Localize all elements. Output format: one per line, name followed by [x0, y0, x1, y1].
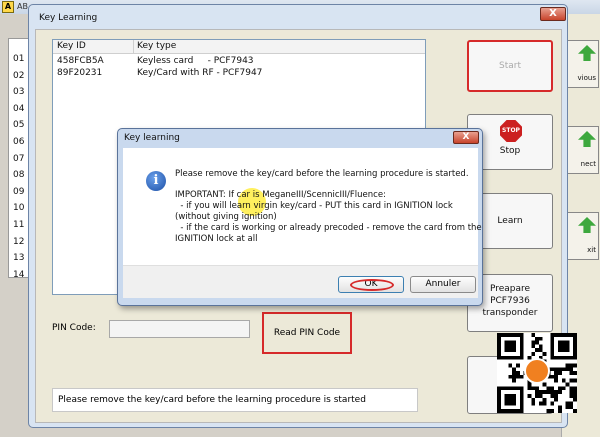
background-app-title: AB	[17, 2, 28, 11]
grid-row-number: 02	[13, 70, 25, 81]
ok-highlight-ring	[350, 279, 394, 291]
pin-code-label: PIN Code:	[52, 323, 96, 333]
prepare-label-line: transponder	[482, 308, 538, 318]
stop-sign-icon: STOP	[500, 120, 522, 142]
column-header-key-type[interactable]: Key type	[137, 41, 176, 51]
grid-row-number: 10	[13, 203, 25, 214]
ok-button[interactable]: OK	[338, 276, 404, 293]
cancel-button[interactable]: Annuler	[410, 276, 476, 293]
status-message: Please remove the key/card before the le…	[52, 388, 418, 412]
grid-row-number: 05	[13, 120, 25, 131]
grid-row-number: 01	[13, 54, 25, 64]
key-type-cell: Keyless card - PCF7943	[137, 56, 254, 66]
dialog-close-button[interactable]: X	[453, 131, 479, 144]
dialog-message-line: IMPORTANT: If car is MeganeIII/ScennicII…	[175, 190, 386, 200]
dialog-message-line: - if the card is working or already prec…	[175, 223, 482, 233]
start-button[interactable]: Start	[467, 40, 553, 92]
dialog-message-line: - if you will learn virgin key/card - PU…	[175, 201, 453, 211]
brand-badge-icon	[524, 358, 550, 384]
background-exit-button[interactable]: xit	[566, 212, 599, 260]
grid-row-number: 13	[13, 253, 25, 264]
app-logo-icon: A	[2, 1, 14, 13]
grid-row-number: 06	[13, 137, 25, 147]
key-list-header: Key ID Key type	[53, 40, 425, 54]
arrow-icon	[578, 131, 596, 147]
key-learning-dialog: Key learning X i Please remove the key/c…	[117, 128, 483, 306]
dialog-body: i Please remove the key/card before the …	[123, 148, 482, 265]
key-id-cell: 458FCB5A	[57, 56, 104, 66]
dialog-title: Key learning	[124, 133, 180, 143]
background-connect-button[interactable]: nect	[566, 126, 599, 174]
grid-row-number: 08	[13, 170, 25, 181]
column-header-key-id[interactable]: Key ID	[57, 41, 86, 51]
grid-row-number: 11	[13, 220, 25, 230]
arrow-up-icon	[578, 45, 596, 61]
grid-row-number: 03	[13, 87, 25, 98]
key-type-cell: Key/Card with RF - PCF7947	[137, 68, 263, 78]
info-icon: i	[146, 171, 166, 191]
key-learning-close-button[interactable]: X	[540, 7, 566, 21]
dialog-message-line: (without giving ignition)	[175, 212, 277, 222]
key-id-cell: 89F20231	[57, 68, 103, 78]
dialog-message-line: IGNITION lock at all	[175, 234, 258, 244]
column-separator[interactable]	[133, 40, 134, 54]
grid-row-number: 07	[13, 153, 25, 164]
key-learning-title: Key Learning	[39, 13, 98, 23]
grid-row-number: 04	[13, 103, 25, 114]
pin-code-input[interactable]	[109, 320, 250, 338]
grid-row-number: 09	[13, 186, 25, 197]
read-pin-code-button[interactable]: Read PIN Code	[262, 312, 352, 354]
dialog-footer: OK Annuler	[123, 265, 478, 298]
dialog-message-line: Please remove the key/card before the le…	[175, 169, 469, 179]
arrow-down-icon	[578, 217, 596, 233]
background-previous-button[interactable]: vious	[566, 40, 599, 88]
grid-row-number: 12	[13, 236, 25, 247]
grid-row-number: 14	[13, 269, 25, 280]
